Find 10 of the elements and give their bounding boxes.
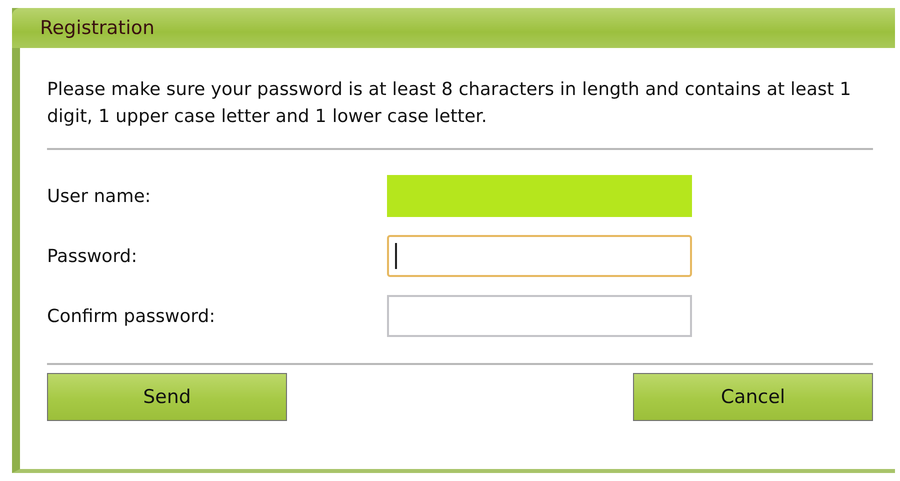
dialog-button[interactable]: Send [47, 373, 287, 421]
input-field[interactable] [387, 295, 692, 337]
field-label: Password: [47, 246, 138, 266]
field-label: Confirm password: [47, 306, 216, 326]
redacted-input-field[interactable] [387, 175, 692, 217]
instructions-text: Please make sure your password is at least 8 characters in length and contains at least 1 digit, 1 upper case letter and 1 lower case letter. [47, 78, 852, 129]
field-label: User name: [47, 186, 152, 206]
dialog-button[interactable]: Cancel [633, 373, 873, 421]
input-field[interactable] [387, 235, 692, 277]
window-title: Registration [40, 17, 155, 39]
